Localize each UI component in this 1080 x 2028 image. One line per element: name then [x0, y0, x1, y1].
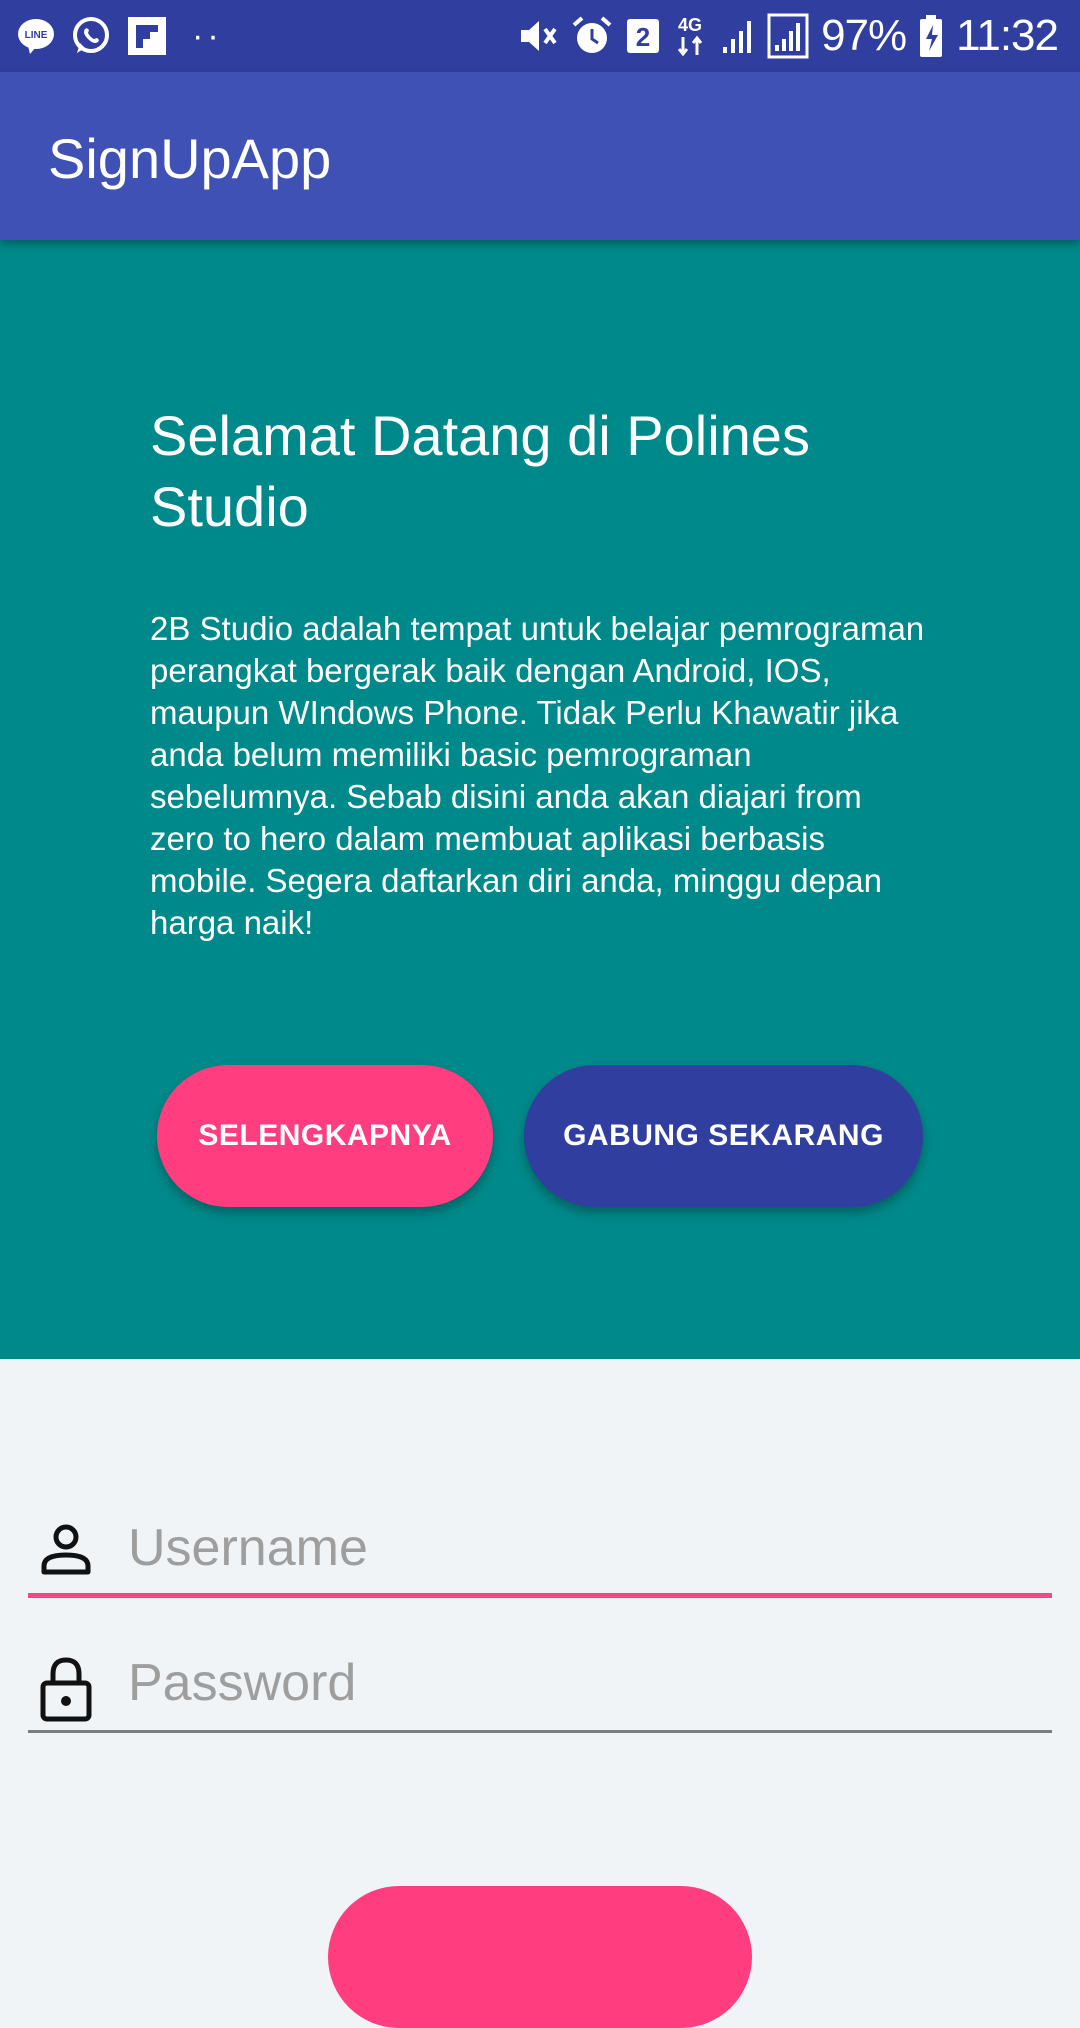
person-icon [36, 1520, 96, 1580]
more-notifications-icon: ·· [192, 16, 223, 55]
password-underline [28, 1730, 1052, 1733]
flipboard-icon [126, 15, 168, 57]
sim-icon: 2 [625, 15, 661, 57]
battery-icon [918, 13, 944, 59]
sim-number: 2 [636, 22, 650, 52]
join-now-button[interactable]: GABUNG SEKARANG [524, 1065, 923, 1207]
welcome-description: 2B Studio adalah tempat untuk belajar pe… [150, 610, 925, 941]
alarm-icon [571, 15, 613, 57]
username-field[interactable] [28, 1508, 1052, 1598]
status-bar-system: 2 4G 97% 11:32 [517, 10, 1059, 62]
hero-section: Selamat Datang di Polines Studio 2B Stud… [0, 240, 1080, 1359]
clock: 11:32 [956, 11, 1059, 60]
more-info-button[interactable]: SELENGKAPNYA [157, 1065, 493, 1207]
status-bar: LINE ·· 2 4G 97% 11:32 [0, 0, 1080, 72]
submit-button[interactable] [328, 1886, 752, 2028]
network-4g-icon: 4G [673, 13, 707, 59]
network-type: 4G [678, 15, 702, 35]
whatsapp-icon [70, 15, 112, 57]
welcome-heading: Selamat Datang di Polines Studio [150, 404, 810, 538]
line-icon: LINE [16, 16, 56, 56]
mute-icon [517, 15, 559, 57]
username-input[interactable] [128, 1508, 1038, 1588]
password-input[interactable] [128, 1643, 1038, 1723]
status-bar-notifications: LINE ·· [16, 10, 223, 62]
password-field[interactable] [28, 1643, 1052, 1733]
username-underline [28, 1593, 1052, 1598]
svg-text:LINE: LINE [25, 30, 48, 41]
app-bar: SignUpApp [0, 72, 1080, 240]
lock-icon [36, 1655, 96, 1722]
app-title: SignUpApp [48, 127, 332, 190]
signal-icon [719, 15, 755, 57]
signal-icon [767, 13, 809, 59]
battery-percentage: 97% [821, 11, 907, 60]
